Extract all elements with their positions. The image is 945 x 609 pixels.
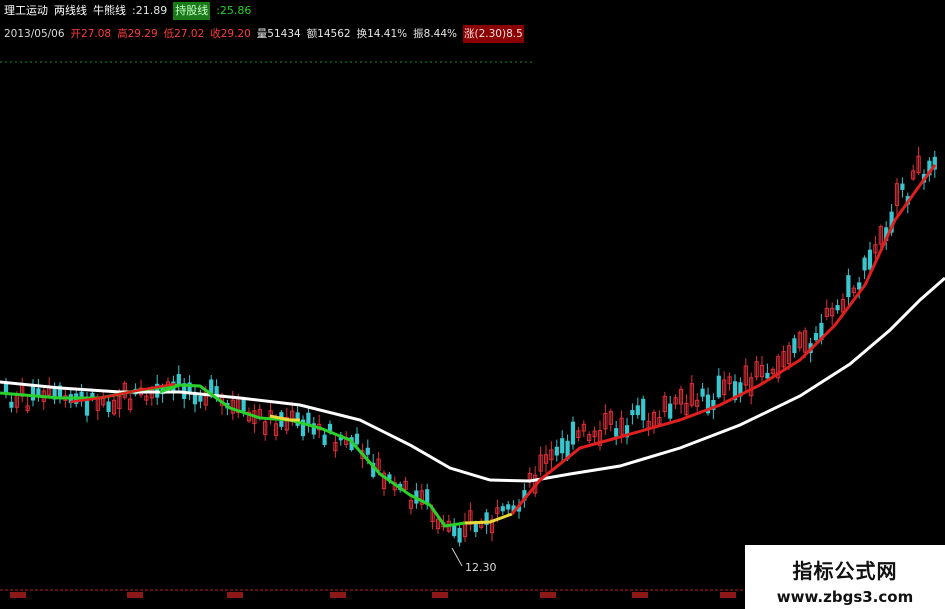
bull-bear-line — [0, 276, 945, 483]
candle-body-15 — [84, 399, 90, 416]
candle-body-59 — [322, 434, 327, 446]
time-axis-tick-4 — [432, 592, 448, 598]
time-axis-tick-1 — [127, 592, 143, 598]
low-marker-line — [451, 547, 463, 567]
candle-body-160 — [867, 249, 873, 270]
candle-body-36 — [198, 395, 203, 402]
candle-body-93 — [506, 504, 511, 510]
candle-body-65 — [354, 433, 360, 445]
candle-body-44 — [241, 399, 246, 412]
candle-body-19 — [106, 401, 111, 412]
candle-body-1 — [9, 401, 14, 408]
candle-body-141 — [765, 372, 770, 379]
candle-body-156 — [846, 275, 851, 298]
time-axis-tick-7 — [720, 592, 736, 598]
time-axis-tick-2 — [227, 592, 243, 598]
candle-body-67 — [365, 447, 370, 455]
candle-body-83 — [452, 525, 457, 537]
candle-body-92 — [500, 506, 505, 512]
candle-body-150 — [813, 333, 819, 341]
candle-body-146 — [792, 338, 797, 354]
low-price-label: 12.30 — [465, 561, 497, 574]
candle-body-105 — [570, 421, 576, 445]
candle-body-117 — [635, 405, 640, 416]
watermark-url: www.zbgs3.com — [776, 588, 914, 606]
chart-window: 理工运动 两线线 牛熊线:21.89 持股线:25.86 2013/05/06 开27.… — [0, 0, 945, 609]
candle-body-166 — [900, 183, 905, 190]
watermark-title: 指标公式网 — [792, 559, 898, 583]
watermark-badge: 指标公式网 www.zbgs3.com — [745, 545, 945, 609]
candle-body-113 — [614, 428, 619, 437]
candle-body-116 — [630, 410, 635, 416]
candle-body-154 — [835, 305, 840, 311]
candle-body-56 — [306, 412, 311, 425]
time-axis-tick-0 — [10, 592, 26, 598]
candle-body-38 — [209, 379, 214, 394]
candle-body-118 — [641, 398, 646, 421]
candle-body-87 — [473, 522, 478, 533]
hold-line-red — [510, 164, 937, 515]
candle-body-103 — [560, 438, 565, 454]
candle-body-132 — [716, 375, 721, 398]
candle-body-159 — [862, 257, 867, 271]
candle-body-158 — [857, 282, 862, 290]
candle-body-32 — [176, 374, 181, 385]
time-axis-tick-5 — [540, 592, 556, 598]
candle-body-102 — [554, 446, 559, 456]
time-axis-tick-3 — [330, 592, 346, 598]
time-axis-tick-6 — [632, 592, 648, 598]
candle-body-84 — [457, 527, 462, 543]
candle-body-129 — [700, 388, 705, 397]
candle-body-123 — [668, 403, 673, 419]
candlestick-chart[interactable]: 12.30 — [0, 0, 945, 609]
